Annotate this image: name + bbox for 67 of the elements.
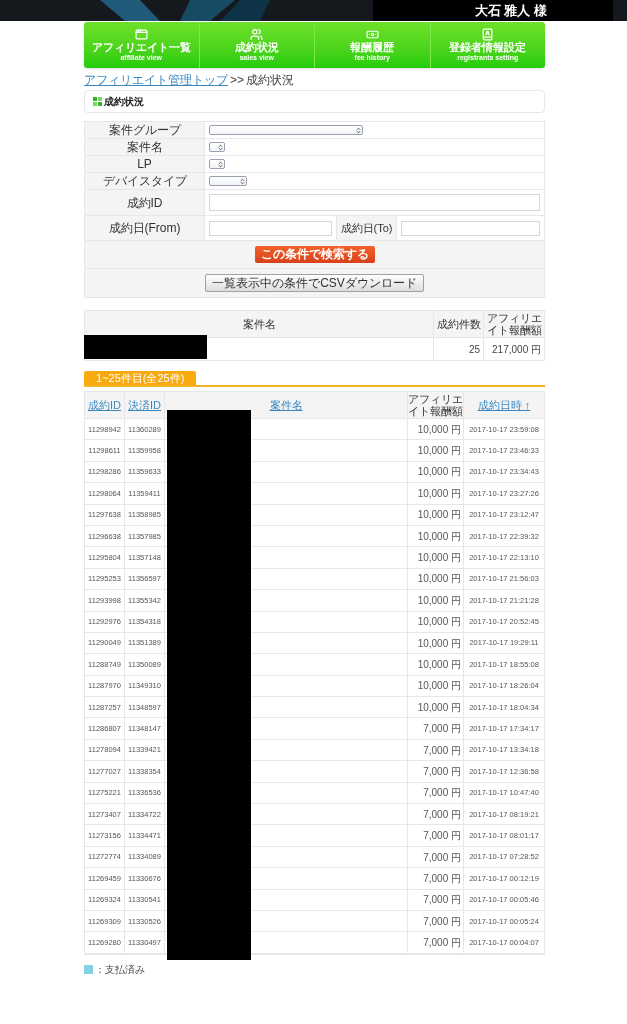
table-cell-text: 10,000 円 bbox=[417, 636, 461, 651]
select-field[interactable] bbox=[209, 125, 363, 135]
table-cell-text: 7,000 円 bbox=[423, 850, 461, 865]
table-cell-text: 7,000 円 bbox=[423, 829, 461, 844]
table-cell-text: 10,000 円 bbox=[417, 508, 461, 523]
people-icon bbox=[250, 28, 264, 41]
column-header: アフィリエイト報酬額 bbox=[408, 393, 463, 417]
column-header: アフィリエイト報酬額 bbox=[485, 312, 543, 336]
date-field[interactable] bbox=[209, 220, 332, 236]
table-cell-text: 10,000 円 bbox=[417, 551, 461, 566]
table-cell-text: 7,000 円 bbox=[423, 807, 461, 822]
table-cell-text: 10,000 円 bbox=[417, 422, 461, 437]
table-cell-text: 7,000 円 bbox=[423, 786, 461, 801]
page-title: 成約状況 bbox=[104, 95, 144, 109]
fee-amount: 217,000 円 bbox=[492, 342, 541, 357]
banknote-icon bbox=[365, 28, 379, 41]
table-cell-text: 7,000 円 bbox=[423, 722, 461, 737]
input-field[interactable] bbox=[209, 194, 540, 211]
field-label: デバイスタイプ bbox=[102, 173, 187, 189]
field-label: 成約日(From) bbox=[108, 220, 181, 237]
table-cell-text: 10,000 円 bbox=[417, 700, 461, 715]
table-cell-text: 10,000 円 bbox=[417, 593, 461, 608]
breadcrumb-current: 成約状況 bbox=[246, 73, 294, 87]
table-cell-text: 7,000 円 bbox=[423, 764, 461, 779]
column-header: 案件名 bbox=[242, 316, 276, 332]
user-name: 大石 雅人 様 bbox=[373, 0, 613, 21]
search-button[interactable]: この条件で検索する bbox=[254, 246, 375, 263]
table-cell-text: 10,000 円 bbox=[417, 444, 461, 459]
csv-download-button[interactable]: 一覧表示中の条件でCSVダウンロード bbox=[205, 274, 424, 292]
sort-link[interactable]: 決済ID bbox=[128, 399, 161, 411]
field-label: LP bbox=[137, 156, 152, 172]
select-field[interactable] bbox=[209, 142, 225, 152]
field-label: 案件グループ bbox=[108, 122, 181, 138]
contact-book-icon bbox=[481, 28, 495, 41]
sort-link[interactable]: 案件名 bbox=[269, 399, 303, 411]
chevrons-icon bbox=[217, 160, 224, 168]
sort-link[interactable]: 成約日時 ↑ bbox=[477, 399, 531, 411]
table-cell-text: 10,000 円 bbox=[417, 529, 461, 544]
column-header: 成約件数 bbox=[436, 316, 481, 332]
breadcrumb-link[interactable]: アフィリエイト管理トップ bbox=[84, 73, 228, 87]
table-cell-text: 7,000 円 bbox=[423, 743, 461, 758]
chevrons-icon bbox=[217, 143, 224, 151]
table-cell-text: 10,000 円 bbox=[417, 658, 461, 672]
legend-label: ：支払済み bbox=[95, 962, 145, 977]
table-cell-text: 7,000 円 bbox=[423, 914, 461, 929]
chevrons-icon bbox=[355, 126, 362, 134]
grid-icon bbox=[93, 97, 102, 106]
field-label: 成約ID bbox=[126, 194, 163, 211]
result-count-tab[interactable]: 1~25件目(全25件) bbox=[84, 371, 197, 385]
table-cell-text: 7,000 円 bbox=[423, 893, 461, 908]
sales-count: 25 bbox=[468, 342, 480, 357]
table-cell-text: 10,000 円 bbox=[417, 615, 461, 630]
table-cell-text: 7,000 円 bbox=[423, 871, 461, 886]
table-cell-text: 10,000 円 bbox=[417, 486, 461, 501]
table-cell-text: 10,000 円 bbox=[417, 572, 461, 587]
table-cell-text: 10,000 円 bbox=[417, 679, 461, 694]
date-field[interactable] bbox=[401, 220, 540, 236]
breadcrumb-separator: >> bbox=[230, 73, 244, 87]
table-cell-text: 10,000 円 bbox=[417, 465, 461, 480]
sort-link[interactable]: 成約ID bbox=[88, 399, 121, 411]
chevrons-icon bbox=[239, 177, 246, 185]
select-field[interactable] bbox=[209, 176, 247, 186]
window-icon bbox=[134, 28, 148, 41]
field-label: 成約日(To) bbox=[340, 220, 393, 236]
table-cell-text: 7,000 円 bbox=[423, 936, 461, 951]
field-label: 案件名 bbox=[126, 139, 163, 155]
select-field[interactable] bbox=[209, 159, 225, 169]
